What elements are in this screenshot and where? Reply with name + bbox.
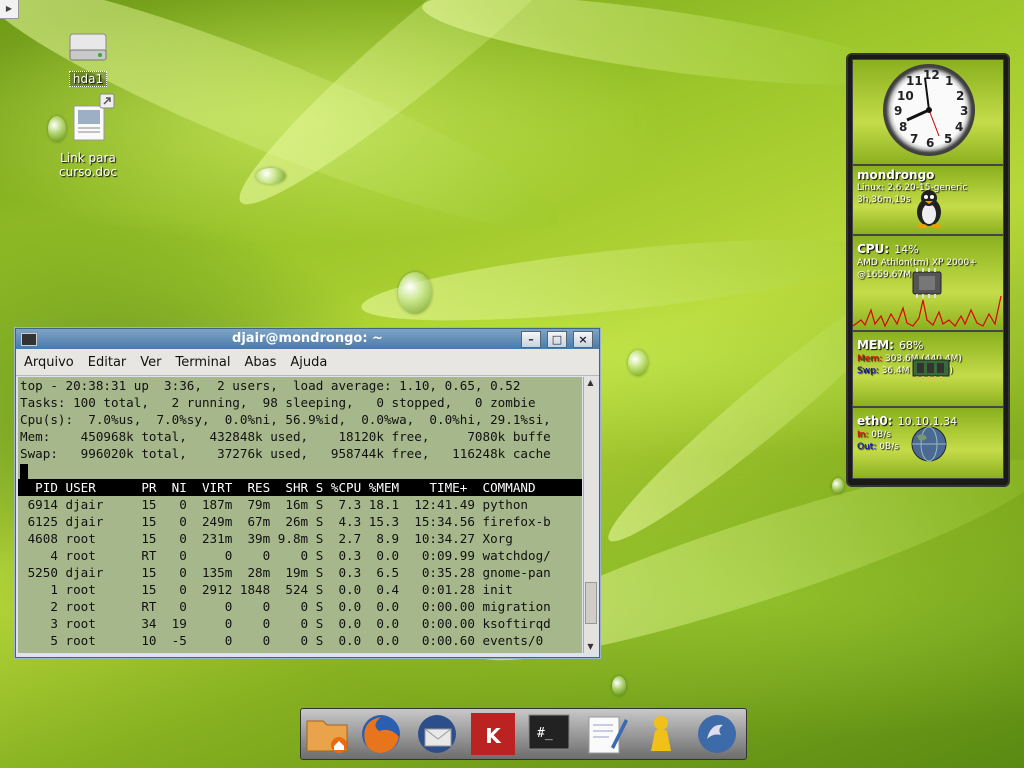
net-in-key: In: (857, 430, 869, 440)
swap-line: Swap: 996020k total, 37276k used, 958744… (20, 446, 551, 461)
menubar: Arquivo Editar Ver Terminal Abas Ajuda (16, 349, 599, 376)
window-title: djair@mondrongo: ~ (232, 331, 383, 346)
process-row: 1 root 15 0 2912 1848 524 S 0.0 0.4 0:01… (20, 582, 513, 597)
window-titlebar[interactable]: djair@mondrongo: ~ – □ × (16, 329, 599, 349)
minimize-button[interactable]: – (521, 331, 541, 348)
terminal-icon[interactable]: #_ (525, 711, 573, 757)
firefox-icon[interactable] (357, 711, 405, 757)
net-out-key: Out: (857, 442, 877, 452)
vertical-scrollbar[interactable]: ▲ ▼ (583, 377, 597, 653)
process-row: 3 root 34 19 0 0 0 S 0.0 0.0 0:00.00 kso… (20, 616, 551, 631)
scrollbar-thumb[interactable] (585, 582, 597, 624)
dock: K #_ (300, 708, 747, 760)
user-icon[interactable] (637, 711, 685, 757)
clock-gadget[interactable]: 12 1 2 3 4 5 6 7 8 9 10 11 (852, 59, 1004, 165)
k3b-icon[interactable]: K (469, 711, 517, 757)
system-gadget[interactable]: mondrongo Linux: 2.6.20-15-generic 3h,36… (852, 165, 1004, 235)
cursor-line (18, 462, 582, 479)
scroll-up-arrow-icon[interactable]: ▲ (584, 377, 597, 389)
svg-text:K: K (485, 724, 502, 748)
cpu-label: CPU: (857, 242, 890, 256)
desktop-icon-link-doc[interactable]: Link para curso.doc (28, 92, 148, 179)
hostname: mondrongo (857, 168, 935, 182)
svg-text:#_: #_ (537, 726, 553, 741)
memory-gadget[interactable]: MEM: 68% Mem: 303.6M (440.4M) Swp: 36.4M… (852, 331, 1004, 407)
memory-chip-icon (912, 359, 950, 381)
process-row: 4608 root 15 0 231m 39m 9.8m S 2.7 8.9 1… (20, 531, 513, 546)
text-cursor (20, 464, 28, 479)
menu-terminal[interactable]: Terminal (176, 355, 231, 370)
globe-icon (911, 426, 947, 462)
swap-key: Swp: (857, 366, 879, 376)
maximize-button[interactable]: □ (547, 331, 567, 348)
clock-hands (906, 77, 940, 137)
close-button[interactable]: × (573, 331, 593, 348)
document-link-icon (73, 93, 115, 141)
net-out-rate: 0B/s (879, 442, 899, 452)
text-editor-icon[interactable] (581, 711, 629, 757)
mem-label: MEM: (857, 338, 894, 352)
mem-percent: 68% (898, 339, 924, 352)
interface-label: eth0: (857, 414, 893, 428)
menu-abas[interactable]: Abas (244, 355, 276, 370)
home-folder-icon[interactable] (303, 711, 351, 757)
menu-ver[interactable]: Ver (140, 355, 161, 370)
terminal-output[interactable]: top - 20:38:31 up 3:36, 2 users, load av… (18, 377, 582, 653)
cpu-usage-graph (853, 295, 1002, 328)
process-row: 2 root RT 0 0 0 0 S 0.0 0.0 0:00.00 migr… (20, 599, 551, 614)
mem-line: Mem: 450968k total, 432848k used, 18120k… (20, 429, 551, 444)
menu-editar[interactable]: Editar (88, 355, 127, 370)
desktop-icon-label: Link para curso.doc (59, 151, 117, 179)
terminal-window[interactable]: djair@mondrongo: ~ – □ × Arquivo Editar … (15, 328, 600, 658)
hard-drive-icon (69, 33, 107, 61)
cpu-line: Cpu(s): 7.0%us, 7.0%sy, 0.0%ni, 56.9%id,… (20, 412, 551, 427)
tux-penguin-icon (917, 190, 941, 228)
process-row: 6125 djair 15 0 249m 67m 26m S 4.3 15.3 … (20, 514, 551, 529)
thunderbird-icon[interactable] (413, 711, 461, 757)
net-in-rate: 0B/s (871, 430, 891, 440)
top-summary-line: top - 20:38:31 up 3:36, 2 users, load av… (20, 378, 521, 393)
desktop-icon-label: hda1 (68, 71, 108, 87)
sidebar-gadgets: 12 1 2 3 4 5 6 7 8 9 10 11 mondrongo Lin… (846, 53, 1010, 487)
panel-corner-button[interactable]: ▶ (0, 0, 19, 19)
process-row: 5 root 10 -5 0 0 0 S 0.0 0.0 0:00.60 eve… (20, 633, 544, 648)
process-row: 6914 djair 15 0 187m 79m 16m S 7.3 18.1 … (20, 497, 528, 512)
mem-key: Mem: (857, 354, 883, 364)
process-row: 5250 djair 15 0 135m 28m 19m S 0.3 6.5 0… (20, 565, 551, 580)
clock-icon: 12 1 2 3 4 5 6 7 8 9 10 11 (883, 64, 975, 156)
network-gadget[interactable]: eth0: 10.10.1.34 In: 0B/s Out: 0B/s (852, 407, 1004, 479)
menu-ajuda[interactable]: Ajuda (290, 355, 327, 370)
cpu-gadget[interactable]: CPU: 14% AMD Athlon(tm) XP 2000+ @1659.6… (852, 235, 1004, 331)
network-icon[interactable] (693, 711, 741, 757)
scroll-down-arrow-icon[interactable]: ▼ (584, 641, 597, 653)
menu-arquivo[interactable]: Arquivo (24, 355, 74, 370)
tasks-line: Tasks: 100 total, 2 running, 98 sleeping… (20, 395, 536, 410)
process-row: 4 root RT 0 0 0 0 S 0.3 0.0 0:09.99 watc… (20, 548, 551, 563)
process-table-header: PID USER PR NI VIRT RES SHR S %CPU %MEM … (18, 479, 582, 496)
cpu-percent: 14% (894, 243, 919, 256)
desktop-icon-hda1[interactable]: hda1 (28, 28, 148, 87)
